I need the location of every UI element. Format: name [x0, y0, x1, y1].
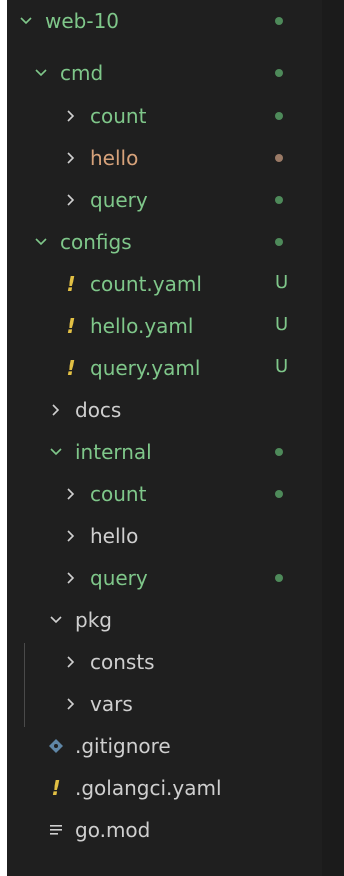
tree-item-cmd-count[interactable]: count: [7, 95, 322, 137]
chevron-right-icon[interactable]: [62, 107, 80, 125]
tree-item-cmd-query[interactable]: query: [7, 179, 322, 221]
tree-item-label: .gitignore: [75, 734, 171, 758]
menu-lines-icon: [47, 822, 65, 838]
tree-item-label: query: [90, 566, 148, 590]
tree-item-cmd-hello[interactable]: hello: [7, 137, 322, 179]
status-dot: [275, 490, 283, 498]
tree-item-label: pkg: [75, 608, 112, 632]
tree-item-hello-yaml[interactable]: ! hello.yaml U: [7, 305, 322, 347]
yaml-exclamation-icon: !: [66, 272, 76, 296]
tree-item-count-yaml[interactable]: ! count.yaml U: [7, 263, 322, 305]
tree-item-label: hello: [90, 524, 139, 548]
status-dot: [275, 448, 283, 456]
tree-item-label: query: [90, 188, 148, 212]
yaml-exclamation-icon: !: [66, 356, 76, 380]
tree-item-internal[interactable]: internal: [7, 431, 322, 473]
chevron-down-icon[interactable]: [47, 611, 65, 629]
tree-item-web-10[interactable]: web-10: [7, 0, 322, 42]
chevron-right-icon[interactable]: [62, 695, 80, 713]
tree-item-internal-count[interactable]: count: [7, 473, 322, 515]
tree-item-gitignore[interactable]: .gitignore: [7, 725, 322, 767]
tree-item-label: hello.yaml: [90, 314, 194, 338]
chevron-right-icon[interactable]: [62, 485, 80, 503]
tree-item-label: query.yaml: [90, 356, 201, 380]
tree-item-label: hello: [90, 146, 139, 170]
chevron-right-icon[interactable]: [47, 401, 65, 419]
tree-item-docs[interactable]: docs: [7, 389, 322, 431]
untracked-badge: U: [275, 314, 289, 335]
tree-item-label: docs: [75, 398, 122, 422]
untracked-badge: U: [275, 356, 289, 377]
tree-item-internal-query[interactable]: query: [7, 557, 322, 599]
explorer-panel: web-10 cmd count hello query configs ! c…: [7, 0, 322, 876]
tree-item-golangci-yaml[interactable]: ! .golangci.yaml: [7, 767, 322, 809]
tree-item-cmd[interactable]: cmd: [7, 52, 322, 94]
tree-item-pkg[interactable]: pkg: [7, 599, 322, 641]
chevron-right-icon[interactable]: [62, 569, 80, 587]
status-dot: [275, 574, 283, 582]
chevron-right-icon[interactable]: [62, 527, 80, 545]
tree-item-label: count: [90, 104, 147, 128]
status-dot: [275, 238, 283, 246]
tree-item-label: count: [90, 482, 147, 506]
yaml-exclamation-icon: !: [51, 776, 61, 800]
chevron-right-icon[interactable]: [62, 191, 80, 209]
chevron-down-icon[interactable]: [32, 233, 50, 251]
status-dot: [275, 17, 283, 25]
chevron-down-icon[interactable]: [47, 443, 65, 461]
chevron-down-icon[interactable]: [32, 64, 50, 82]
tree-item-query-yaml[interactable]: ! query.yaml U: [7, 347, 322, 389]
tree-item-label: cmd: [60, 61, 104, 85]
chevron-right-icon[interactable]: [62, 653, 80, 671]
tree-item-pkg-consts[interactable]: consts: [7, 641, 322, 683]
scrollbar-track[interactable]: [322, 0, 344, 876]
chevron-down-icon[interactable]: [17, 12, 35, 30]
tree-item-label: go.mod: [75, 818, 151, 842]
tree-item-internal-hello[interactable]: hello: [7, 515, 322, 557]
tree-item-pkg-vars[interactable]: vars: [7, 683, 322, 725]
git-diamond-icon: [47, 738, 65, 754]
tree-item-label: count.yaml: [90, 272, 202, 296]
status-dot: [275, 69, 283, 77]
tree-item-configs[interactable]: configs: [7, 221, 322, 263]
yaml-exclamation-icon: !: [66, 314, 76, 338]
tree-item-label: configs: [60, 230, 132, 254]
tree-item-go-mod[interactable]: go.mod: [7, 809, 322, 851]
chevron-right-icon[interactable]: [62, 149, 80, 167]
tree-item-label: vars: [90, 692, 133, 716]
tree-item-label: .golangci.yaml: [75, 776, 222, 800]
tree-item-label: internal: [75, 440, 152, 464]
untracked-badge: U: [275, 272, 289, 293]
status-dot: [275, 112, 283, 120]
status-dot: [275, 196, 283, 204]
status-dot: [275, 154, 283, 162]
tree-item-label: web-10: [45, 9, 120, 33]
tree-item-label: consts: [90, 650, 155, 674]
